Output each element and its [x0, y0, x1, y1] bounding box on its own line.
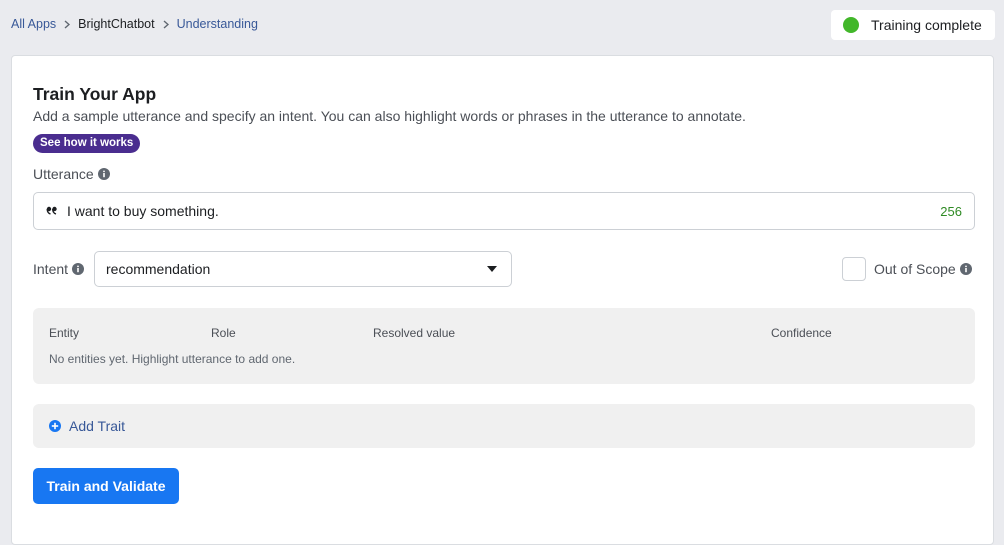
- utterance-text[interactable]: I want to buy something.: [67, 203, 940, 219]
- page-subtitle: Add a sample utterance and specify an in…: [33, 108, 746, 124]
- train-app-card: Train Your App Add a sample utterance an…: [11, 55, 994, 545]
- out-of-scope-label: Out of Scope: [874, 261, 956, 277]
- chevron-right-icon: [64, 19, 71, 29]
- top-bar: All Apps BrightChatbot Understanding Tra…: [0, 0, 1004, 50]
- add-trait-label[interactable]: Add Trait: [69, 418, 125, 434]
- out-of-scope-checkbox[interactable]: [842, 257, 866, 281]
- breadcrumb-understanding[interactable]: Understanding: [177, 17, 258, 31]
- entity-empty-message: No entities yet. Highlight utterance to …: [49, 352, 296, 366]
- out-of-scope-row: Out of Scope: [842, 257, 972, 281]
- chevron-right-icon: [163, 19, 169, 29]
- utterance-label-row: Utterance: [33, 166, 110, 182]
- plus-circle-icon[interactable]: [49, 420, 61, 432]
- breadcrumb: All Apps BrightChatbot Understanding: [11, 17, 258, 31]
- column-header-confidence: Confidence: [771, 326, 832, 340]
- breadcrumb-app-name[interactable]: BrightChatbot: [78, 17, 154, 31]
- info-icon[interactable]: [72, 263, 85, 275]
- training-status-badge: Training complete: [831, 10, 995, 40]
- caret-down-icon[interactable]: [486, 265, 498, 273]
- breadcrumb-all-apps[interactable]: All Apps: [11, 17, 56, 31]
- intent-label: Intent: [33, 261, 69, 277]
- page-title: Train Your App: [33, 84, 157, 104]
- info-icon[interactable]: [97, 168, 110, 180]
- training-status-text: Training complete: [871, 17, 982, 33]
- status-dot-icon: [843, 17, 859, 33]
- column-header-resolved-value: Resolved value: [373, 326, 456, 340]
- entity-table: Entity Role Resolved value Confidence No…: [33, 308, 975, 384]
- intent-selected-value[interactable]: recommendation: [106, 261, 486, 277]
- info-icon[interactable]: [959, 263, 972, 275]
- utterance-label: Utterance: [33, 166, 94, 182]
- character-count: 256: [940, 203, 962, 219]
- quote-icon: [46, 205, 58, 217]
- add-trait-button[interactable]: Add Trait: [33, 404, 975, 448]
- intent-label-row: Intent: [33, 261, 85, 277]
- intent-select[interactable]: recommendation: [94, 251, 512, 287]
- see-how-it-works-link[interactable]: See how it works: [33, 134, 141, 153]
- column-header-role: Role: [211, 326, 236, 340]
- column-header-entity: Entity: [49, 326, 80, 340]
- utterance-input[interactable]: I want to buy something. 256: [33, 192, 975, 230]
- train-and-validate-button[interactable]: Train and Validate: [33, 468, 179, 504]
